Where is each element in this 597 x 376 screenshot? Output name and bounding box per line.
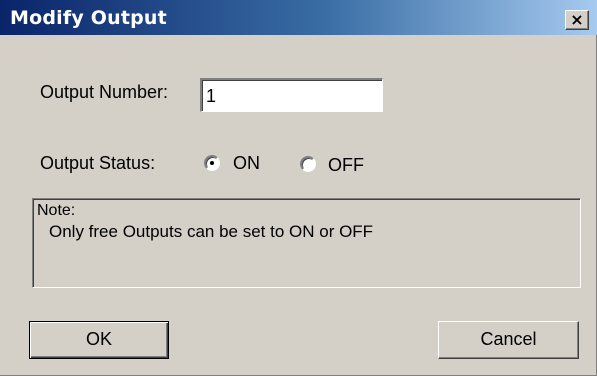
close-icon: ×: [570, 10, 584, 29]
status-off-label[interactable]: OFF: [328, 155, 364, 176]
modify-output-dialog: Modify Output × Output Number: 1 Output …: [0, 0, 597, 376]
ok-button[interactable]: OK: [29, 321, 169, 359]
cancel-button[interactable]: Cancel: [438, 321, 579, 359]
close-button[interactable]: ×: [565, 10, 589, 30]
status-on-label[interactable]: ON: [233, 153, 260, 174]
note-box: Note: Only free Outputs can be set to ON…: [32, 198, 581, 288]
window-title: Modify Output: [10, 7, 167, 29]
note-title: Note:: [37, 202, 76, 219]
status-off-radio[interactable]: [300, 156, 316, 172]
note-text: Only free Outputs can be set to ON or OF…: [49, 222, 374, 241]
status-on-radio[interactable]: [204, 155, 220, 171]
title-bar[interactable]: Modify Output ×: [0, 0, 597, 35]
output-number-input[interactable]: 1: [200, 78, 383, 112]
output-status-label: Output Status:: [40, 153, 156, 173]
output-number-label: Output Number:: [40, 82, 169, 102]
